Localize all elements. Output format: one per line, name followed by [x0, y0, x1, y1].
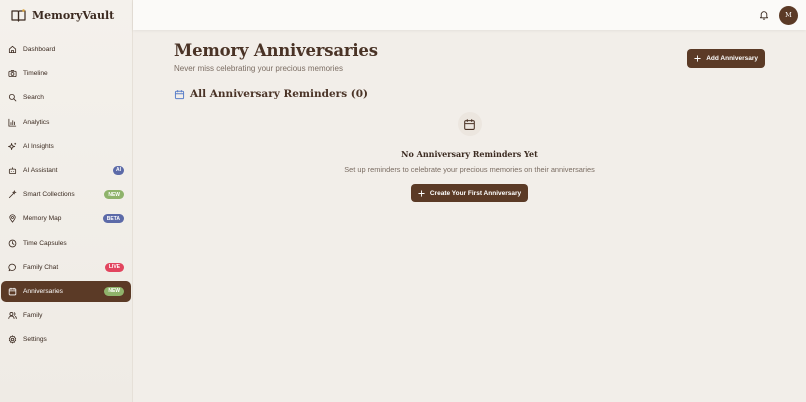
sidebar-item-ai-insights[interactable]: AI Insights [1, 136, 131, 157]
empty-state-text: Set up reminders to celebrate your preci… [344, 165, 595, 174]
sidebar-item-family[interactable]: Family [1, 305, 131, 326]
sidebar: MemoryVault Dashboard Timeline Search An… [0, 0, 133, 402]
sidebar-item-anniversaries[interactable]: Anniversaries NEW [1, 280, 131, 302]
avatar[interactable]: M [779, 5, 798, 25]
map-pin-icon [7, 214, 17, 224]
calendar-icon [174, 89, 185, 99]
badge-new: NEW [104, 286, 124, 296]
calendar-icon [457, 112, 482, 136]
chat-icon [7, 262, 17, 272]
sidebar-item-timeline[interactable]: Timeline [1, 63, 131, 84]
sparkles-icon [7, 141, 17, 151]
page-subtitle: Never miss celebrating your precious mem… [174, 64, 343, 73]
sidebar-item-label: Memory Map [23, 215, 62, 223]
create-first-anniversary-label: Create Your First Anniversary [429, 189, 522, 197]
sidebar-item-family-chat[interactable]: Family Chat LIVE [1, 257, 131, 278]
sidebar-item-label: Time Capsules [23, 239, 67, 247]
camera-icon [7, 69, 17, 79]
sidebar-item-smart-collections[interactable]: Smart Collections NEW [1, 184, 131, 205]
section-title: All Anniversary Reminders (0) [190, 88, 369, 100]
main-area: M Memory Anniversaries Never miss celebr… [133, 0, 806, 402]
sidebar-item-ai-assistant[interactable]: AI Assistant AI [1, 160, 131, 181]
sidebar-item-label: AI Insights [23, 142, 54, 150]
sidebar-item-dashboard[interactable]: Dashboard [1, 39, 131, 60]
sidebar-item-time-capsules[interactable]: Time Capsules [1, 233, 131, 254]
sidebar-item-settings[interactable]: Settings [1, 329, 131, 350]
sidebar-item-label: Dashboard [23, 46, 56, 53]
sidebar-item-label: Family [23, 312, 43, 320]
add-anniversary-button[interactable]: Add Anniversary [687, 49, 765, 68]
top-bar: M [133, 0, 806, 30]
calendar-icon [7, 286, 17, 296]
sidebar-item-label: Analytics [23, 118, 50, 126]
users-icon [7, 311, 17, 321]
sidebar-item-label: Smart Collections [23, 191, 75, 199]
create-first-anniversary-button[interactable]: Create Your First Anniversary [410, 184, 529, 202]
empty-state-title: No Anniversary Reminders Yet [401, 149, 538, 159]
clock-icon [7, 238, 17, 248]
app-name: MemoryVault [32, 8, 115, 22]
magic-wand-icon [7, 190, 17, 200]
plus-icon [418, 189, 425, 197]
badge-live: LIVE [104, 262, 124, 272]
empty-state: No Anniversary Reminders Yet Set up remi… [133, 112, 806, 202]
sidebar-item-label: AI Assistant [23, 166, 58, 174]
logo[interactable]: MemoryVault [0, 0, 132, 30]
page-title: Memory Anniversaries [174, 41, 378, 60]
sidebar-item-memory-map[interactable]: Memory Map BETA [1, 208, 131, 229]
sidebar-item-label: Anniversaries [23, 287, 63, 295]
bell-icon[interactable] [758, 9, 770, 21]
page-content: Memory Anniversaries Never miss celebrat… [133, 30, 806, 100]
plus-icon [694, 55, 701, 62]
app-root: MemoryVault Dashboard Timeline Search An… [0, 0, 806, 402]
sidebar-item-label: Family Chat [23, 263, 59, 271]
badge-ai: AI [113, 165, 124, 175]
sidebar-item-analytics[interactable]: Analytics [1, 112, 131, 133]
add-anniversary-label: Add Anniversary [706, 55, 758, 62]
sidebar-item-label: Timeline [23, 70, 48, 78]
bar-chart-icon [7, 117, 17, 127]
bot-icon [7, 165, 17, 175]
sidebar-nav: Dashboard Timeline Search Analytics AI I… [0, 39, 132, 350]
home-icon [7, 45, 17, 55]
section-header: All Anniversary Reminders (0) [174, 88, 765, 100]
sidebar-item-search[interactable]: Search [1, 87, 131, 108]
gear-icon [7, 335, 17, 345]
badge-new: NEW [104, 190, 124, 200]
sidebar-item-label: Search [23, 94, 44, 102]
book-icon [11, 8, 26, 22]
badge-beta: BETA [102, 214, 124, 224]
search-icon [7, 93, 17, 103]
sidebar-item-label: Settings [23, 336, 47, 344]
